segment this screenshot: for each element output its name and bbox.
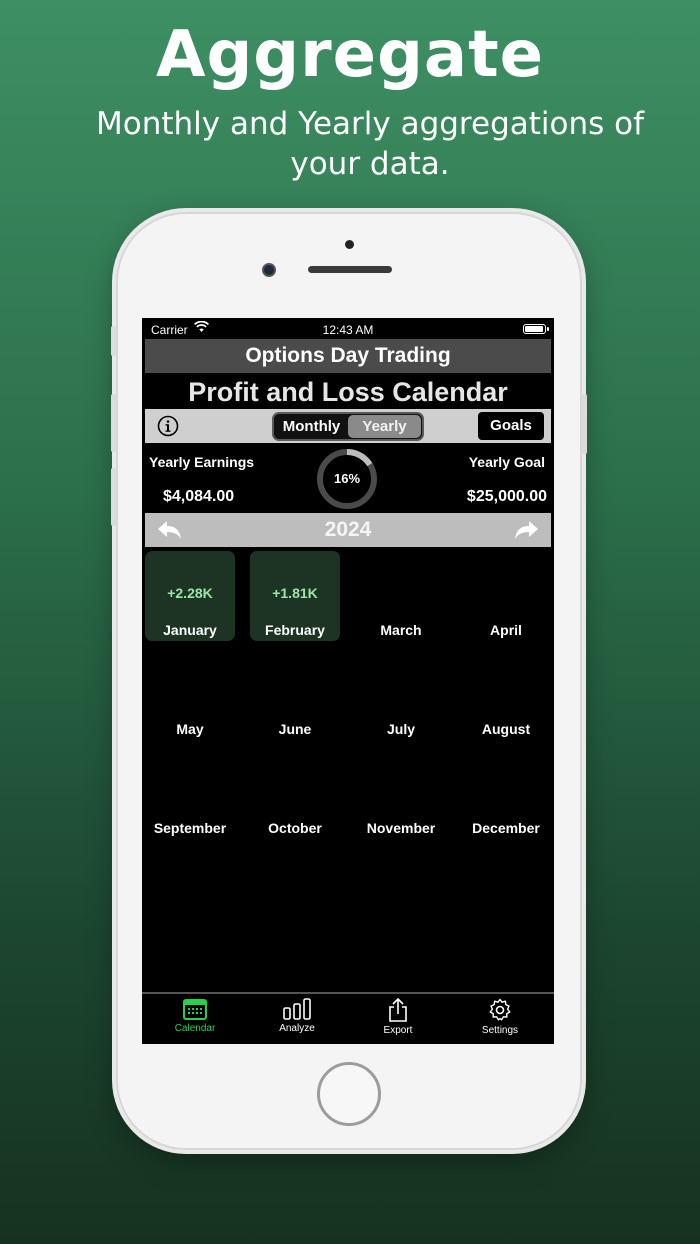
month-cell-september[interactable]: September (145, 749, 235, 839)
view-mode-segmented-control: Monthly Yearly (272, 412, 424, 441)
status-bar: Carrier 12:43 AM (142, 318, 554, 340)
bar-chart-icon (283, 998, 311, 1020)
earpiece-speaker (308, 266, 392, 273)
page-title: Profit and Loss Calendar (188, 377, 508, 407)
month-name: October (268, 820, 322, 836)
volume-up-button (111, 394, 116, 452)
tab-analyze[interactable]: Analyze (246, 998, 348, 1034)
year-label: 2024 (324, 518, 372, 541)
tab-label: Settings (481, 1025, 519, 1036)
segment-monthly[interactable]: Monthly (275, 415, 348, 438)
month-cell-october[interactable]: October (250, 749, 340, 839)
yearly-goal-value: $25,000.00 (466, 488, 547, 505)
month-cell-november[interactable]: November (356, 749, 446, 839)
power-button (582, 394, 587, 454)
yearly-earnings-label: Yearly Earnings (149, 454, 255, 470)
hero-title: Aggregate (155, 18, 545, 92)
month-cell-february[interactable]: +1.81K February (250, 551, 340, 641)
home-button[interactable] (317, 1062, 381, 1126)
battery-icon (523, 324, 549, 334)
next-year-arrow-icon[interactable] (513, 519, 539, 541)
month-cell-june[interactable]: June (250, 650, 340, 740)
tab-calendar[interactable]: Calendar (144, 998, 246, 1034)
month-cell-january[interactable]: +2.28K January (145, 551, 235, 641)
month-cell-march[interactable]: March (356, 551, 446, 641)
month-name: March (380, 622, 422, 638)
month-cell-may[interactable]: May (145, 650, 235, 740)
app-header: Options Day Trading (145, 339, 551, 373)
month-cell-april[interactable]: April (461, 551, 551, 641)
toolbar: Monthly Yearly Goals (145, 409, 551, 443)
month-name: May (176, 721, 204, 737)
tab-label: Export (383, 1025, 413, 1036)
tab-export[interactable]: Export (347, 998, 449, 1036)
month-name: April (490, 622, 522, 638)
hero-subtitle: Monthly and Yearly aggregations of your … (95, 106, 645, 182)
month-name: June (278, 721, 312, 737)
calendar-icon (183, 999, 207, 1020)
month-name: July (386, 721, 415, 737)
share-icon (389, 998, 407, 1022)
proximity-sensor (345, 240, 354, 249)
month-total: +2.28K (167, 585, 213, 601)
month-name: January (163, 622, 217, 638)
month-name: December (472, 820, 540, 836)
month-name: November (366, 820, 436, 836)
yearly-earnings-value: $4,084.00 (163, 488, 235, 505)
month-cell-august[interactable]: August (461, 650, 551, 740)
app-screen: Carrier 12:43 AM Options Day Trading Pro… (142, 318, 554, 1044)
goals-button[interactable]: Goals (478, 412, 544, 440)
month-cell-december[interactable]: December (461, 749, 551, 839)
tab-settings[interactable]: Settings (449, 998, 551, 1036)
front-camera (262, 263, 276, 277)
segment-yearly[interactable]: Yearly (348, 415, 421, 438)
tab-bar: Calendar Analyze Export Settings (142, 992, 554, 1044)
info-icon[interactable] (157, 415, 179, 437)
month-name: February (265, 622, 325, 638)
volume-down-button (111, 468, 116, 526)
mute-switch (111, 326, 116, 356)
goal-progress-percent: 16% (333, 471, 361, 486)
status-time: 12:43 AM (322, 323, 374, 337)
gear-icon (489, 998, 511, 1021)
month-name: September (153, 820, 227, 836)
tab-label: Calendar (174, 1023, 216, 1034)
tab-label: Analyze (279, 1023, 315, 1034)
month-cell-july[interactable]: July (356, 650, 446, 740)
month-name: August (481, 721, 531, 737)
yearly-goal-label: Yearly Goal (468, 454, 545, 470)
yearly-stats: Yearly Earnings $4,084.00 16% Yearly Goa… (142, 444, 554, 512)
year-navigator: 2024 (145, 513, 551, 547)
month-total: +1.81K (272, 585, 318, 601)
